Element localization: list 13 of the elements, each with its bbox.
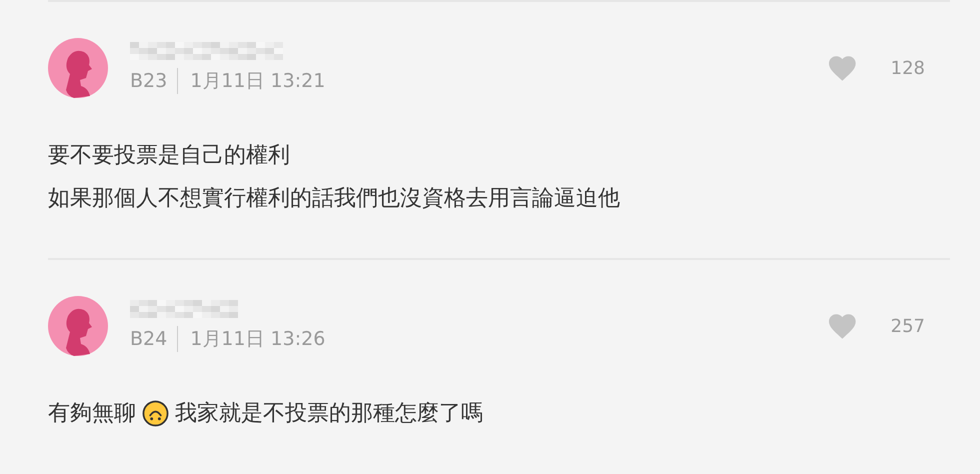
post-time: 1月11日 13:21 xyxy=(189,69,326,94)
floor-number: B24 xyxy=(130,326,178,352)
floor-number: B23 xyxy=(130,68,178,94)
comment-text: 有夠無聊 xyxy=(48,400,136,428)
post-time: 1月11日 13:26 xyxy=(189,327,326,352)
upside-down-face-icon xyxy=(142,400,169,427)
avatar-icon[interactable] xyxy=(48,296,108,356)
like-count: 257 xyxy=(890,316,925,336)
comment-text: 要不要投票是自己的權利 xyxy=(48,142,290,170)
like-count: 128 xyxy=(890,58,925,78)
comment-text: 我家就是不投票的那種怎麼了嗎 xyxy=(175,400,483,428)
avatar-icon[interactable] xyxy=(48,38,108,98)
comment-text: 如果那個人不想實行權利的話我們也沒資格去用言論逼迫他 xyxy=(48,185,620,213)
